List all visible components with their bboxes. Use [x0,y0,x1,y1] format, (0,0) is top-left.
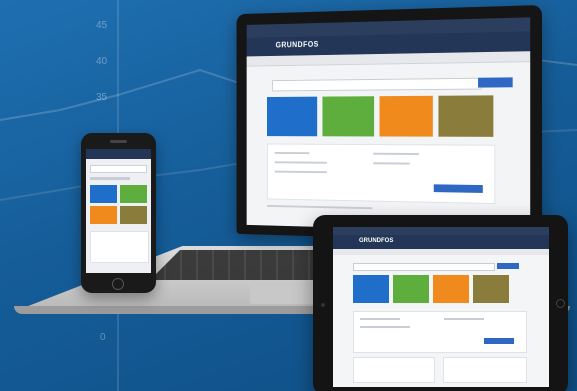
laptop-display: GRUNDFOS [246,17,531,233]
tablet-display: GRUNDFOS [333,227,549,387]
laptop-tile-2[interactable] [322,96,375,137]
axis-tick-35: 35 [96,92,108,103]
tablet-side-panel [443,357,527,383]
tablet-search-input[interactable] [353,263,495,271]
tablet-action-button[interactable] [484,338,514,344]
laptop-screen: GRUNDFOS [236,5,542,243]
tablet-search-button[interactable] [497,263,519,269]
tablet-text-line [444,318,484,320]
tablet-brand-logo: GRUNDFOS [359,238,394,244]
laptop-text-line [274,151,310,155]
laptop-text-line [373,152,419,156]
tablet-top-bar [333,227,549,235]
phone-tile-2[interactable] [120,185,147,203]
tablet-nav-bar [333,249,549,255]
laptop-tile-1[interactable] [267,96,318,137]
laptop-footer-line [267,204,373,210]
tablet-tile-1[interactable] [353,275,389,303]
phone [81,133,156,293]
axis-tick-40: 40 [96,56,108,67]
laptop-text-line [373,162,410,165]
laptop-text-line [274,170,327,174]
laptop-tile-3[interactable] [379,95,433,137]
hero-scene: 45 40 35 0 GRUNDFOS GRUNDFOS [0,0,577,391]
laptop-action-button[interactable] [433,184,483,193]
laptop-search-input[interactable] [272,77,482,92]
laptop-tile-4[interactable] [438,95,494,137]
axis-tick-45: 45 [96,20,108,31]
phone-header [86,149,151,159]
tablet-tile-2[interactable] [393,275,429,303]
phone-tile-3[interactable] [90,206,117,224]
laptop-content-panel [267,143,496,205]
laptop-text-line [274,161,327,164]
tablet-content-panel [353,311,527,353]
tablet-header: GRUNDFOS [333,235,549,249]
laptop-search-button[interactable] [478,77,513,88]
tablet-tile-3[interactable] [433,275,469,303]
tablet-news-panel [353,357,435,383]
tablet-home-button[interactable] [556,299,565,308]
tablet-camera [321,303,325,307]
phone-tile-1[interactable] [90,185,117,203]
tablet-text-line [360,318,400,320]
phone-text-line [90,177,130,180]
phone-speaker [110,140,127,143]
phone-display [86,149,151,273]
phone-content-panel [90,231,149,263]
tablet: GRUNDFOS [313,215,568,391]
tablet-text-line [360,326,410,328]
phone-tile-4[interactable] [120,206,147,224]
phone-search-input[interactable] [90,165,147,173]
laptop-brand-logo: GRUNDFOS [275,40,319,50]
phone-home-button[interactable] [112,278,124,290]
axis-tick-0: 0 [100,332,106,343]
tablet-tile-4[interactable] [473,275,509,303]
